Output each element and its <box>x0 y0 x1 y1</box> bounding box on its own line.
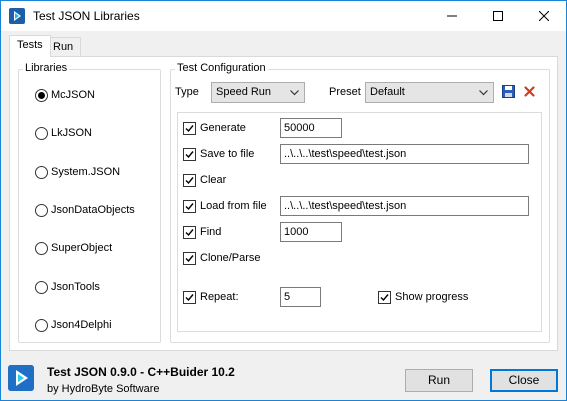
save-icon[interactable] <box>502 85 515 98</box>
check-icon <box>185 203 194 211</box>
type-label: Type <box>175 86 199 98</box>
radio-button[interactable] <box>35 281 48 294</box>
checkbox-label: Generate <box>200 122 246 134</box>
tab-page-tests: Libraries McJSON LkJSON System.JSON Json… <box>9 56 558 351</box>
maximize-button[interactable] <box>475 1 521 31</box>
checkbox[interactable] <box>183 291 196 304</box>
checkbox[interactable] <box>183 200 196 213</box>
check-icon <box>185 255 194 263</box>
radio-button[interactable] <box>35 127 48 140</box>
checkbox[interactable] <box>183 252 196 265</box>
radio-label: SuperObject <box>51 242 113 254</box>
type-select-value: Speed Run <box>216 86 272 98</box>
app-icon <box>9 8 25 24</box>
options-panel: Generate 50000 Save to file ..\..\..\tes… <box>177 112 542 332</box>
delete-icon[interactable] <box>524 86 535 97</box>
minimize-button[interactable] <box>429 1 475 31</box>
radio-button[interactable] <box>35 166 48 179</box>
input-value: 50000 <box>284 122 315 134</box>
radio-label: JsonTools <box>51 281 100 293</box>
chevron-down-icon <box>290 90 299 96</box>
load-file-path-input[interactable]: ..\..\..\test\speed\test.json <box>280 196 529 216</box>
radio-button[interactable] <box>35 242 48 255</box>
checkbox[interactable] <box>183 174 196 187</box>
checkbox-label: Find <box>200 226 222 238</box>
find-count-input[interactable]: 1000 <box>280 222 342 242</box>
footer-title: Test JSON 0.9.0 - C++Buider 10.2 <box>47 365 235 379</box>
radio-button[interactable] <box>35 204 48 217</box>
checkbox-label: Show progress <box>395 291 469 303</box>
radio-label: McJSON <box>51 89 95 101</box>
test-configuration-group: Test Configuration Type Speed Run Preset… <box>170 62 550 343</box>
radio-label: Json4Delphi <box>51 319 112 331</box>
checkbox[interactable] <box>183 226 196 239</box>
input-value: ..\..\..\test\speed\test.json <box>284 200 407 212</box>
test-configuration-caption: Test Configuration <box>175 62 268 74</box>
generate-count-input[interactable]: 50000 <box>280 118 342 138</box>
main-window: Test JSON Libraries Tests Run Libraries … <box>0 0 567 401</box>
footer-subtitle: by HydroByte Software <box>47 383 160 395</box>
input-value: ..\..\..\test\speed\test.json <box>284 148 407 160</box>
preset-label: Preset <box>329 86 361 98</box>
input-value: 1000 <box>284 226 309 238</box>
preset-select-value: Default <box>370 86 405 98</box>
app-logo-icon <box>8 365 34 391</box>
checkbox-label: Save to file <box>200 148 255 160</box>
input-value: 5 <box>284 291 291 303</box>
radio-button[interactable] <box>35 89 48 102</box>
radio-button[interactable] <box>35 319 48 332</box>
checkbox[interactable] <box>378 291 391 304</box>
radio-label: JsonDataObjects <box>51 204 135 216</box>
tab-tests[interactable]: Tests <box>9 35 51 57</box>
run-button[interactable]: Run <box>405 369 473 392</box>
window-title: Test JSON Libraries <box>33 9 140 23</box>
check-icon <box>185 125 194 133</box>
separator <box>183 277 529 278</box>
repeat-count-input[interactable]: 5 <box>280 287 321 307</box>
check-icon <box>185 294 194 302</box>
checkbox[interactable] <box>183 148 196 161</box>
type-select[interactable]: Speed Run <box>211 82 305 103</box>
checkbox[interactable] <box>183 122 196 135</box>
preset-select[interactable]: Default <box>365 82 494 103</box>
check-icon <box>380 294 389 302</box>
tab-label: Tests <box>17 39 43 51</box>
save-file-path-input[interactable]: ..\..\..\test\speed\test.json <box>280 144 529 164</box>
close-button[interactable]: Close <box>490 369 558 392</box>
checkbox-label: Clear <box>200 174 227 186</box>
tab-label: Run <box>53 41 74 53</box>
check-icon <box>185 229 194 237</box>
libraries-caption: Libraries <box>23 62 70 74</box>
chevron-down-icon <box>479 90 488 96</box>
check-icon <box>185 151 194 159</box>
title-bar: Test JSON Libraries <box>1 1 566 31</box>
checkbox-label: Load from file <box>200 200 267 212</box>
radio-label: LkJSON <box>51 127 92 139</box>
check-icon <box>185 177 194 185</box>
close-window-button[interactable] <box>521 1 567 31</box>
checkbox-label: Clone/Parse <box>200 252 261 264</box>
libraries-group: Libraries McJSON LkJSON System.JSON Json… <box>18 62 161 343</box>
checkbox-label: Repeat: <box>200 291 239 303</box>
radio-label: System.JSON <box>51 166 121 178</box>
